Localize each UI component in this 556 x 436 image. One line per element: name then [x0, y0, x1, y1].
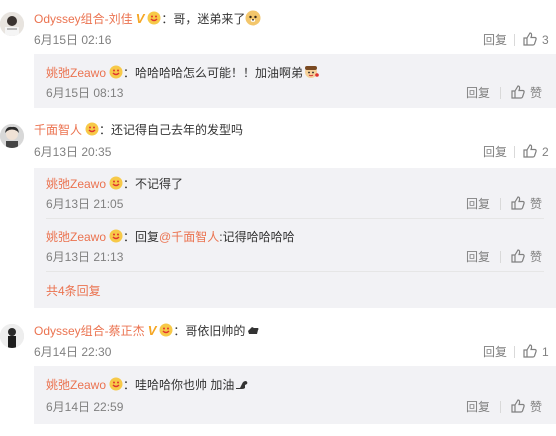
reply-text: :记得哈哈哈哈 [219, 230, 295, 244]
reply-list: 姚弛Zeawo ：哈哈哈哈怎么可能！！加油啊弟 6月15日 08:13 回复 赞 [34, 54, 556, 108]
thumbs-up-icon [511, 399, 525, 413]
reply-button[interactable]: 回复 [466, 196, 490, 212]
fan-badge-icon [109, 65, 123, 79]
like-button[interactable] [510, 248, 526, 267]
reply-text: ：不记得了 [123, 177, 184, 191]
flex-arm-emoji-icon [234, 376, 250, 392]
reply-button[interactable]: 回复 [483, 144, 507, 160]
reply-time: 6月15日 08:13 [46, 86, 124, 100]
comment-username[interactable]: Odyssey组合-刘佳 [34, 12, 133, 26]
reply-list: 姚弛Zeawo ：哇哈哈你也帅 加油 6月14日 22:59 回复 赞 [34, 366, 556, 424]
reply-button[interactable]: 回复 [466, 249, 490, 265]
comment-time: 6月15日 02:16 [34, 33, 112, 47]
like-button[interactable] [510, 84, 526, 103]
comment-time: 6月13日 20:35 [34, 145, 112, 159]
reply-list: 姚弛Zeawo ：不记得了 6月13日 21:05 回复 赞 姚弛Zeawo ：回复… [34, 168, 556, 308]
like-button[interactable] [522, 143, 538, 162]
like-label[interactable]: 赞 [530, 85, 542, 101]
like-label[interactable]: 赞 [530, 249, 542, 265]
action-divider [500, 87, 501, 99]
reply-button[interactable]: 回复 [483, 344, 507, 360]
like-count: 3 [542, 33, 549, 47]
comment-text: ：哥，迷弟来了 [161, 12, 246, 26]
verified-v-icon: V [135, 11, 145, 26]
like-button[interactable] [522, 343, 538, 362]
cheer-emoji-icon [303, 64, 319, 80]
fan-badge-icon [85, 122, 99, 136]
reply-content: 姚弛Zeawo ：回复@千面智人:记得哈哈哈哈 [46, 229, 295, 245]
comment-content: 千面智人 ：还记得自己去年的发型吗 [34, 122, 243, 138]
action-divider [514, 146, 515, 158]
thumbs-up-icon [523, 32, 537, 46]
reply-time: 6月13日 21:13 [46, 250, 124, 264]
like-count: 2 [542, 145, 549, 159]
reply-username[interactable]: 姚弛Zeawo [46, 378, 106, 392]
like-button[interactable] [510, 398, 526, 417]
reply-content: 姚弛Zeawo ：哇哈哈你也帅 加油 [46, 376, 250, 393]
reply-username[interactable]: 姚弛Zeawo [46, 66, 106, 80]
reply-button[interactable]: 回复 [483, 32, 507, 48]
fan-badge-icon [109, 377, 123, 391]
thumbs-up-icon [511, 196, 525, 210]
action-divider [514, 346, 515, 358]
fan-badge-icon [109, 176, 123, 190]
reply-divider [46, 271, 544, 272]
avatar[interactable] [0, 324, 24, 348]
like-button[interactable] [522, 31, 538, 50]
reply-button[interactable]: 回复 [466, 399, 490, 415]
avatar[interactable] [0, 12, 24, 36]
reply-time: 6月13日 21:05 [46, 197, 124, 211]
action-divider [500, 198, 501, 210]
comment-item: Odyssey组合-蔡正杰 V ：哥依旧帅的 6月14日 22:30 回复 1 姚弛… [0, 312, 556, 436]
thumbs-up-icon [511, 249, 525, 263]
reply-username[interactable]: 姚弛Zeawo [46, 230, 106, 244]
comment-content: Odyssey组合-刘佳 V ：哥，迷弟来了 [34, 10, 261, 27]
comment-content: Odyssey组合-蔡正杰 V ：哥依旧帅的 [34, 322, 261, 339]
reply-content: 姚弛Zeawo ：不记得了 [46, 176, 183, 192]
comment-text: ：还记得自己去年的发型吗 [99, 123, 244, 137]
reply-text: ：哈哈哈哈怎么可能！！加油啊弟 [123, 66, 304, 80]
reply-username[interactable]: 姚弛Zeawo [46, 177, 106, 191]
avatar[interactable] [0, 124, 24, 148]
more-replies-link[interactable]: 共4条回复 [46, 283, 101, 299]
action-divider [500, 251, 501, 263]
action-divider [514, 34, 515, 46]
comment-username[interactable]: Odyssey组合-蔡正杰 [34, 324, 145, 338]
thumbs-up-icon [523, 144, 537, 158]
doge-emoji-icon [245, 10, 261, 26]
thumbs-up-emoji-icon [245, 322, 261, 338]
reply-divider [46, 218, 544, 219]
like-count: 1 [542, 345, 549, 359]
comment-item: 千面智人 ：还记得自己去年的发型吗 6月13日 20:35 回复 2 姚弛Zeaw… [0, 112, 556, 312]
reply-text: ：哇哈哈你也帅 加油 [123, 378, 235, 392]
reply-time: 6月14日 22:59 [46, 400, 124, 414]
fan-badge-icon [159, 323, 173, 337]
action-divider [500, 401, 501, 413]
like-label[interactable]: 赞 [530, 399, 542, 415]
fan-badge-icon [147, 11, 161, 25]
like-label[interactable]: 赞 [530, 196, 542, 212]
comment-item: Odyssey组合-刘佳 V ：哥，迷弟来了 6月15日 02:16 回复 3 姚弛… [0, 0, 556, 116]
reply-content: 姚弛Zeawo ：哈哈哈哈怎么可能！！加油啊弟 [46, 64, 319, 81]
thumbs-up-icon [523, 344, 537, 358]
thumbs-up-icon [511, 85, 525, 99]
comment-text: ：哥依旧帅的 [173, 324, 246, 338]
fan-badge-icon [109, 229, 123, 243]
mention-link[interactable]: @千面智人 [159, 230, 219, 244]
like-button[interactable] [510, 195, 526, 214]
verified-v-icon: V [147, 323, 157, 338]
reply-button[interactable]: 回复 [466, 85, 490, 101]
reply-text-prefix: ：回复 [123, 230, 160, 244]
comment-username[interactable]: 千面智人 [34, 123, 82, 137]
comment-time: 6月14日 22:30 [34, 345, 112, 359]
